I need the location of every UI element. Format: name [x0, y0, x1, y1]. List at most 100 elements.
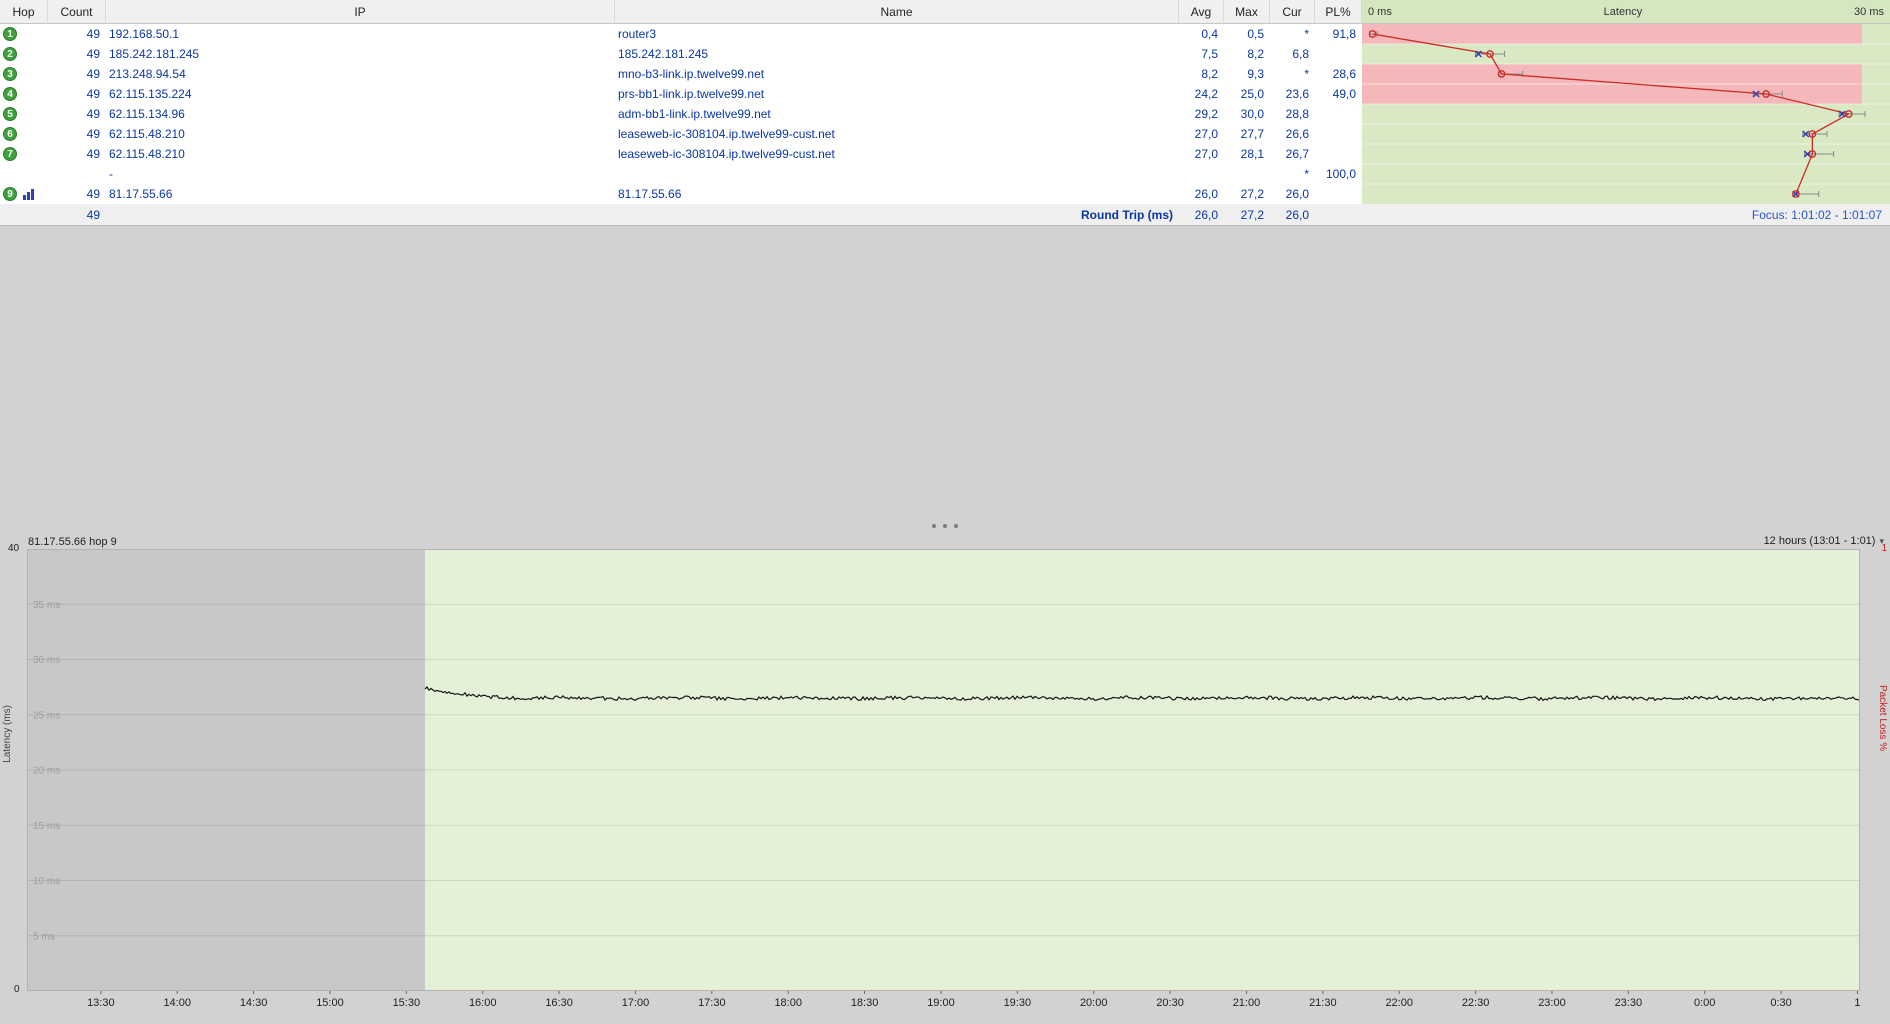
avg-cell[interactable]	[1179, 164, 1224, 184]
column-header-count[interactable]: Count	[48, 0, 106, 24]
column-header-ip[interactable]: IP	[106, 0, 615, 24]
column-header-max[interactable]: Max	[1224, 0, 1270, 24]
name-cell[interactable]: router3	[615, 24, 1179, 44]
svg-text:25 ms: 25 ms	[33, 710, 60, 721]
ip-cell[interactable]: 62.115.135.224	[106, 84, 615, 104]
hop-cell[interactable]: 5	[0, 104, 48, 124]
avg-cell[interactable]: 0,4	[1179, 24, 1224, 44]
cur-cell[interactable]: *	[1270, 24, 1315, 44]
pl-cell[interactable]	[1315, 184, 1362, 204]
name-cell[interactable]: adm-bb1-link.ip.twelve99.net	[615, 104, 1179, 124]
count-cell[interactable]: 49	[48, 84, 106, 104]
panel-splitter[interactable]	[0, 524, 1890, 528]
cur-cell[interactable]: 26,0	[1270, 184, 1315, 204]
hop-badge: 7	[3, 147, 17, 161]
ip-cell[interactable]: 62.115.134.96	[106, 104, 615, 124]
svg-text:1: 1	[1854, 997, 1860, 1009]
hop-cell[interactable]: 7	[0, 144, 48, 164]
timeline-plot[interactable]: 35 ms 30 ms 25 ms 20 ms 15 ms 10 ms 5 ms 13:30 1…	[27, 549, 1861, 1024]
hop-badge: 6	[3, 127, 17, 141]
latency-minichart[interactable]	[1362, 24, 1890, 204]
max-cell[interactable]: 30,0	[1224, 104, 1270, 124]
column-header-cur[interactable]: Cur	[1270, 0, 1315, 24]
cur-cell[interactable]: 28,8	[1270, 104, 1315, 124]
svg-text:17:00: 17:00	[622, 997, 650, 1009]
column-header-pl[interactable]: PL%	[1315, 0, 1362, 24]
ip-cell[interactable]: 81.17.55.66	[106, 184, 615, 204]
avg-cell[interactable]: 24,2	[1179, 84, 1224, 104]
hop-cell[interactable]: 3	[0, 64, 48, 84]
name-cell[interactable]: 185.242.181.245	[615, 44, 1179, 64]
pl-cell[interactable]	[1315, 124, 1362, 144]
count-cell[interactable]: 49	[48, 144, 106, 164]
hop-cell[interactable]: 6	[0, 124, 48, 144]
name-cell[interactable]: leaseweb-ic-308104.ip.twelve99-cust.net	[615, 144, 1179, 164]
ip-cell[interactable]: 192.168.50.1	[106, 24, 615, 44]
column-header-avg[interactable]: Avg	[1179, 0, 1224, 24]
ip-cell[interactable]: -	[106, 164, 615, 184]
cur-cell[interactable]: 23,6	[1270, 84, 1315, 104]
hop-cell[interactable]: 9	[0, 184, 48, 204]
cur-cell[interactable]: 26,7	[1270, 144, 1315, 164]
svg-text:19:30: 19:30	[1004, 997, 1032, 1009]
pl-cell[interactable]	[1315, 44, 1362, 64]
pl-cell[interactable]	[1315, 104, 1362, 124]
name-cell[interactable]: 81.17.55.66	[615, 184, 1179, 204]
time-range-dropdown[interactable]: 12 hours (13:01 - 1:01) ▾	[1764, 535, 1884, 547]
avg-cell[interactable]: 7,5	[1179, 44, 1224, 64]
cur-cell[interactable]: 6,8	[1270, 44, 1315, 64]
svg-text:20:30: 20:30	[1156, 997, 1184, 1009]
hop-cell[interactable]: 4	[0, 84, 48, 104]
cur-cell[interactable]: *	[1270, 164, 1315, 184]
column-header-name[interactable]: Name	[615, 0, 1179, 24]
count-cell[interactable]	[48, 164, 106, 184]
max-cell[interactable]: 9,3	[1224, 64, 1270, 84]
hop-cell[interactable]: 1	[0, 24, 48, 44]
footer-cur: 26,0	[1270, 204, 1315, 225]
avg-cell[interactable]: 26,0	[1179, 184, 1224, 204]
name-cell[interactable]: prs-bb1-link.ip.twelve99.net	[615, 84, 1179, 104]
hop-cell[interactable]	[0, 164, 48, 184]
pl-cell[interactable]: 28,6	[1315, 64, 1362, 84]
pl-cell[interactable]	[1315, 144, 1362, 164]
max-cell[interactable]: 25,0	[1224, 84, 1270, 104]
column-header-hop[interactable]: Hop	[0, 0, 48, 24]
max-cell[interactable]: 27,7	[1224, 124, 1270, 144]
hop-badge: 4	[3, 87, 17, 101]
avg-cell[interactable]: 27,0	[1179, 144, 1224, 164]
cur-cell[interactable]: 26,6	[1270, 124, 1315, 144]
avg-cell[interactable]: 8,2	[1179, 64, 1224, 84]
count-cell[interactable]: 49	[48, 104, 106, 124]
max-cell[interactable]: 0,5	[1224, 24, 1270, 44]
count-cell[interactable]: 49	[48, 64, 106, 84]
pl-cell[interactable]: 100,0	[1315, 164, 1362, 184]
ip-cell[interactable]: 62.115.48.210	[106, 124, 615, 144]
name-cell[interactable]	[615, 164, 1179, 184]
count-cell[interactable]: 49	[48, 24, 106, 44]
ip-cell[interactable]: 213.248.94.54	[106, 64, 615, 84]
name-cell[interactable]: mno-b3-link.ip.twelve99.net	[615, 64, 1179, 84]
hop-badge: 1	[3, 27, 17, 41]
cur-cell[interactable]: *	[1270, 64, 1315, 84]
count-cell[interactable]: 49	[48, 44, 106, 64]
latency-column-header[interactable]: 0 ms Latency 30 ms	[1362, 0, 1890, 24]
y-axis-label: Latency (ms)	[2, 705, 13, 763]
max-cell[interactable]	[1224, 164, 1270, 184]
svg-text:14:00: 14:00	[163, 997, 191, 1009]
name-cell[interactable]: leaseweb-ic-308104.ip.twelve99-cust.net	[615, 124, 1179, 144]
max-cell[interactable]: 27,2	[1224, 184, 1270, 204]
footer-avg: 26,0	[1179, 204, 1224, 225]
max-cell[interactable]: 8,2	[1224, 44, 1270, 64]
max-cell[interactable]: 28,1	[1224, 144, 1270, 164]
pl-cell[interactable]: 91,8	[1315, 24, 1362, 44]
footer-count: 49	[48, 204, 106, 225]
focus-range-label: Focus: 1:01:02 - 1:01:07	[1362, 204, 1890, 225]
ip-cell[interactable]: 185.242.181.245	[106, 44, 615, 64]
count-cell[interactable]: 49	[48, 124, 106, 144]
hop-cell[interactable]: 2	[0, 44, 48, 64]
avg-cell[interactable]: 27,0	[1179, 124, 1224, 144]
count-cell[interactable]: 49	[48, 184, 106, 204]
ip-cell[interactable]: 62.115.48.210	[106, 144, 615, 164]
avg-cell[interactable]: 29,2	[1179, 104, 1224, 124]
pl-cell[interactable]: 49,0	[1315, 84, 1362, 104]
